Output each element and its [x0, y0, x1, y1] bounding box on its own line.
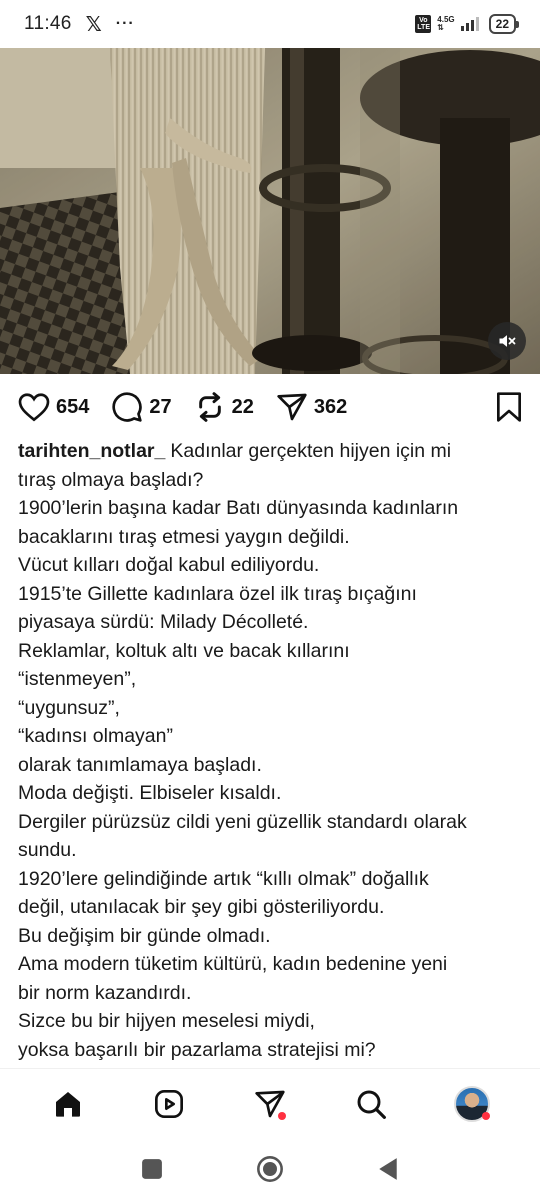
network-type: 4.5G ⇅	[437, 16, 454, 32]
caption-line: olarak tanımlamaya başladı.	[18, 753, 262, 776]
post-actions: 654 27 22 362	[18, 384, 523, 430]
square-icon	[142, 1159, 162, 1179]
home-system-button[interactable]	[211, 1138, 329, 1200]
send-icon	[277, 393, 307, 421]
like-count: 654	[56, 395, 90, 418]
recent-apps-button[interactable]	[93, 1138, 211, 1200]
back-triangle-icon	[379, 1158, 397, 1180]
x-app-icon: 𝕏	[85, 13, 102, 36]
repost-button[interactable]: 22	[194, 391, 254, 423]
nav-search[interactable]	[347, 1080, 395, 1128]
system-navigation-bar	[0, 1138, 540, 1200]
caption-line: tıraş olmaya başladı?	[18, 468, 204, 491]
mute-toggle-button[interactable]	[488, 322, 526, 360]
heart-icon	[18, 393, 50, 422]
circle-home-icon	[257, 1156, 283, 1182]
post-caption: tarihten_notlar_ Kadınlar gerçekten hijye…	[18, 437, 518, 1064]
username-link[interactable]: tarihten_notlar_	[18, 440, 165, 462]
caption-line: değil, utanılacak bir şey gibi gösterili…	[18, 896, 385, 918]
caption-line: 1900’lerin başına kadar Batı dünyasında …	[18, 497, 459, 519]
bottom-navigation	[0, 1068, 540, 1138]
caption-line: piyasaya sürdü: Milady Décolleté.	[18, 611, 309, 633]
comment-count: 27	[149, 395, 172, 418]
repost-count: 22	[231, 395, 254, 418]
like-button[interactable]: 654	[18, 392, 89, 422]
comment-bubble-icon	[112, 392, 143, 422]
post-video[interactable]	[0, 48, 540, 374]
bookmark-icon	[497, 392, 522, 422]
caption-line: Moda değişti. Elbiseler kısaldı.	[18, 782, 282, 804]
caption-line: Ama modern tüketim kültürü, kadın bedeni…	[18, 953, 448, 975]
caption-line: Reklamlar, koltuk altı ve bacak kılların…	[18, 639, 350, 662]
caption-line: sundu.	[18, 839, 77, 861]
caption-line: Sizce bu bir hijyen meselesi miydi,	[18, 1010, 315, 1032]
data-arrows-icon: ⇅	[437, 23, 444, 32]
notification-dot	[277, 1111, 286, 1120]
battery-icon: 22	[488, 14, 520, 34]
caption-line: Bu değişim bir günde olmadı.	[18, 924, 271, 947]
nav-profile[interactable]	[448, 1080, 496, 1128]
caption-line: bir norm kazandırdı.	[18, 981, 192, 1004]
reels-icon	[155, 1089, 184, 1118]
share-button[interactable]: 362	[276, 391, 347, 423]
caption-line: Dergiler pürüzsüz cildi yeni güzellik st…	[18, 810, 467, 833]
caption-line: “istenmeyen”,	[18, 668, 137, 690]
status-bar: 11:46 𝕏 ··· Vo LTE 4.5G ⇅ 22	[0, 0, 540, 48]
caption-text: Kadınlar gerçekten hijyen için mi	[170, 440, 452, 462]
caption-line: 1920’lere gelindiğinde artık “kıllı olma…	[18, 867, 429, 890]
home-icon	[56, 1091, 81, 1117]
speaker-muted-icon	[499, 335, 516, 347]
volte-icon: Vo LTE	[415, 15, 432, 33]
caption-line: “kadınsı olmayan”	[18, 725, 173, 747]
caption-line: yoksa başarılı bir pazarlama stratejisi …	[18, 1038, 376, 1061]
video-frame	[0, 48, 540, 374]
status-time: 11:46	[24, 13, 72, 34]
caption-line: “uygunsuz”,	[18, 696, 120, 719]
repost-icon	[198, 392, 221, 422]
save-button[interactable]	[495, 391, 523, 423]
nav-direct[interactable]	[246, 1080, 294, 1128]
more-notifications-icon: ···	[115, 15, 135, 32]
share-count: 362	[313, 395, 348, 418]
notification-dot	[481, 1111, 490, 1120]
caption-line: 1915’te Gillette kadınlara özel ilk tıra…	[18, 582, 417, 605]
signal-icon	[460, 17, 479, 31]
nav-home[interactable]	[44, 1080, 92, 1128]
battery-level: 22	[495, 17, 509, 31]
caption-line: bacaklarını tıraş etmesi yaygın değildi.	[18, 525, 350, 548]
back-button[interactable]	[329, 1138, 447, 1200]
nav-reels[interactable]	[145, 1080, 193, 1128]
caption-line: tarihten_notlar_ Kadınlar gerçekten hijye…	[18, 437, 518, 466]
search-icon	[357, 1090, 386, 1119]
caption-line: Vücut kılları doğal kabul ediliyordu.	[18, 554, 320, 576]
comment-button[interactable]: 27	[111, 391, 172, 423]
